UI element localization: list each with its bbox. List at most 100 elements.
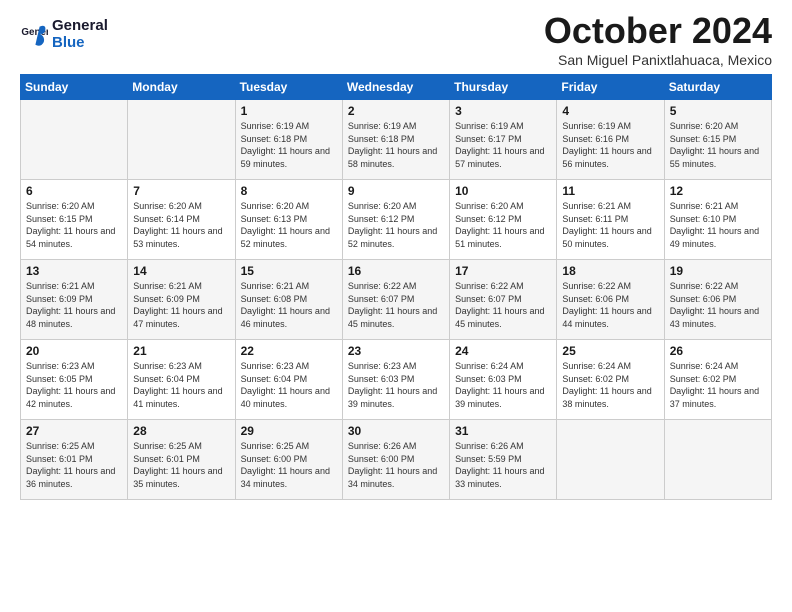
calendar-cell: 15 Sunrise: 6:21 AMSunset: 6:08 PMDayligh…	[235, 260, 342, 340]
week-row-2: 6 Sunrise: 6:20 AMSunset: 6:15 PMDaylight…	[21, 180, 772, 260]
day-number: 11	[562, 184, 658, 198]
calendar-cell: 13 Sunrise: 6:21 AMSunset: 6:09 PMDayligh…	[21, 260, 128, 340]
header-tuesday: Tuesday	[235, 75, 342, 100]
day-number: 23	[348, 344, 444, 358]
header-sunday: Sunday	[21, 75, 128, 100]
day-number: 1	[241, 104, 337, 118]
calendar-cell: 7 Sunrise: 6:20 AMSunset: 6:14 PMDaylight…	[128, 180, 235, 260]
day-number: 10	[455, 184, 551, 198]
calendar-cell: 20Sunrise: 6:23 AMSunset: 6:05 PMDayligh…	[21, 340, 128, 420]
day-number: 19	[670, 264, 766, 278]
calendar-cell: 6 Sunrise: 6:20 AMSunset: 6:15 PMDaylight…	[21, 180, 128, 260]
calendar-cell	[21, 100, 128, 180]
day-number: 15	[241, 264, 337, 278]
sunrise-text: Sunrise: 6:21 AMSunset: 6:08 PMDaylight:…	[241, 280, 337, 330]
header-thursday: Thursday	[450, 75, 557, 100]
calendar-cell: 3Sunrise: 6:19 AMSunset: 6:17 PMDaylight…	[450, 100, 557, 180]
sunrise-text: Sunrise: 6:23 AMSunset: 6:05 PMDaylight:…	[26, 360, 122, 410]
calendar-cell: 16 Sunrise: 6:22 AMSunset: 6:07 PMDayligh…	[342, 260, 449, 340]
day-number: 30	[348, 424, 444, 438]
sunrise-text: Sunrise: 6:26 AMSunset: 6:00 PMDaylight:…	[348, 440, 444, 490]
sunrise-text: Sunrise: 6:21 AMSunset: 6:09 PMDaylight:…	[26, 280, 122, 330]
logo-line1: General	[52, 18, 108, 35]
calendar-cell: 9 Sunrise: 6:20 AMSunset: 6:12 PMDaylight…	[342, 180, 449, 260]
calendar-cell: 31Sunrise: 6:26 AMSunset: 5:59 PMDayligh…	[450, 420, 557, 500]
day-number: 17	[455, 264, 551, 278]
day-number: 7	[133, 184, 229, 198]
sunrise-text: Sunrise: 6:22 AMSunset: 6:07 PMDaylight:…	[348, 280, 444, 330]
sunrise-text: Sunrise: 6:22 AMSunset: 6:06 PMDaylight:…	[562, 280, 658, 330]
week-row-5: 27Sunrise: 6:25 AMSunset: 6:01 PMDayligh…	[21, 420, 772, 500]
sunrise-text: Sunrise: 6:20 AMSunset: 6:15 PMDaylight:…	[26, 200, 122, 250]
calendar-cell: 10Sunrise: 6:20 AMSunset: 6:12 PMDayligh…	[450, 180, 557, 260]
logo-line2: Blue	[52, 35, 108, 52]
calendar-cell	[557, 420, 664, 500]
day-number: 21	[133, 344, 229, 358]
day-number: 6	[26, 184, 122, 198]
sunrise-text: Sunrise: 6:23 AMSunset: 6:04 PMDaylight:…	[133, 360, 229, 410]
day-number: 29	[241, 424, 337, 438]
day-number: 4	[562, 104, 658, 118]
calendar-cell: 18 Sunrise: 6:22 AMSunset: 6:06 PMDayligh…	[557, 260, 664, 340]
calendar-cell: 1Sunrise: 6:19 AMSunset: 6:18 PMDaylight…	[235, 100, 342, 180]
calendar-cell: 23 Sunrise: 6:23 AMSunset: 6:03 PMDayligh…	[342, 340, 449, 420]
sunrise-text: Sunrise: 6:21 AMSunset: 6:09 PMDaylight:…	[133, 280, 229, 330]
sunrise-text: Sunrise: 6:23 AMSunset: 6:03 PMDaylight:…	[348, 360, 444, 410]
day-number: 13	[26, 264, 122, 278]
sunrise-text: Sunrise: 6:20 AMSunset: 6:14 PMDaylight:…	[133, 200, 229, 250]
sunrise-text: Sunrise: 6:19 AMSunset: 6:18 PMDaylight:…	[348, 120, 444, 170]
calendar-cell	[664, 420, 771, 500]
sunrise-text: Sunrise: 6:25 AMSunset: 6:01 PMDaylight:…	[133, 440, 229, 490]
page-header: General General Blue October 2024 San Mi…	[20, 10, 772, 68]
header-friday: Friday	[557, 75, 664, 100]
sunrise-text: Sunrise: 6:24 AMSunset: 6:02 PMDaylight:…	[562, 360, 658, 410]
day-number: 28	[133, 424, 229, 438]
sunrise-text: Sunrise: 6:24 AMSunset: 6:03 PMDaylight:…	[455, 360, 551, 410]
logo-icon: General	[20, 21, 48, 49]
sunrise-text: Sunrise: 6:21 AMSunset: 6:10 PMDaylight:…	[670, 200, 766, 250]
day-number: 24	[455, 344, 551, 358]
sunrise-text: Sunrise: 6:22 AMSunset: 6:06 PMDaylight:…	[670, 280, 766, 330]
calendar-cell: 11 Sunrise: 6:21 AMSunset: 6:11 PMDayligh…	[557, 180, 664, 260]
month-title: October 2024	[544, 10, 772, 52]
calendar-cell: 14Sunrise: 6:21 AMSunset: 6:09 PMDayligh…	[128, 260, 235, 340]
calendar-cell: 25 Sunrise: 6:24 AMSunset: 6:02 PMDayligh…	[557, 340, 664, 420]
sunrise-text: Sunrise: 6:20 AMSunset: 6:13 PMDaylight:…	[241, 200, 337, 250]
calendar-cell: 27Sunrise: 6:25 AMSunset: 6:01 PMDayligh…	[21, 420, 128, 500]
sunrise-text: Sunrise: 6:20 AMSunset: 6:15 PMDaylight:…	[670, 120, 766, 170]
day-number: 12	[670, 184, 766, 198]
sunrise-text: Sunrise: 6:22 AMSunset: 6:07 PMDaylight:…	[455, 280, 551, 330]
location: San Miguel Panixtlahuaca, Mexico	[544, 52, 772, 68]
calendar-cell: 19 Sunrise: 6:22 AMSunset: 6:06 PMDayligh…	[664, 260, 771, 340]
header-monday: Monday	[128, 75, 235, 100]
sunrise-text: Sunrise: 6:21 AMSunset: 6:11 PMDaylight:…	[562, 200, 658, 250]
day-number: 18	[562, 264, 658, 278]
header-wednesday: Wednesday	[342, 75, 449, 100]
sunrise-text: Sunrise: 6:25 AMSunset: 6:01 PMDaylight:…	[26, 440, 122, 490]
day-number: 26	[670, 344, 766, 358]
day-number: 25	[562, 344, 658, 358]
calendar-cell: 8 Sunrise: 6:20 AMSunset: 6:13 PMDaylight…	[235, 180, 342, 260]
week-row-4: 20Sunrise: 6:23 AMSunset: 6:05 PMDayligh…	[21, 340, 772, 420]
sunrise-text: Sunrise: 6:24 AMSunset: 6:02 PMDaylight:…	[670, 360, 766, 410]
calendar-cell: 12 Sunrise: 6:21 AMSunset: 6:10 PMDayligh…	[664, 180, 771, 260]
calendar-cell: 17 Sunrise: 6:22 AMSunset: 6:07 PMDayligh…	[450, 260, 557, 340]
logo: General General Blue	[20, 18, 108, 51]
calendar-table: SundayMondayTuesdayWednesdayThursdayFrid…	[20, 74, 772, 500]
title-block: October 2024 San Miguel Panixtlahuaca, M…	[544, 10, 772, 68]
calendar-cell: 30 Sunrise: 6:26 AMSunset: 6:00 PMDayligh…	[342, 420, 449, 500]
day-number: 5	[670, 104, 766, 118]
sunrise-text: Sunrise: 6:26 AMSunset: 5:59 PMDaylight:…	[455, 440, 551, 490]
day-number: 3	[455, 104, 551, 118]
calendar-cell: 28 Sunrise: 6:25 AMSunset: 6:01 PMDayligh…	[128, 420, 235, 500]
calendar-cell	[128, 100, 235, 180]
calendar-cell: 26 Sunrise: 6:24 AMSunset: 6:02 PMDayligh…	[664, 340, 771, 420]
day-number: 16	[348, 264, 444, 278]
sunrise-text: Sunrise: 6:25 AMSunset: 6:00 PMDaylight:…	[241, 440, 337, 490]
day-number: 9	[348, 184, 444, 198]
day-number: 8	[241, 184, 337, 198]
calendar-cell: 2Sunrise: 6:19 AMSunset: 6:18 PMDaylight…	[342, 100, 449, 180]
calendar-cell: 24 Sunrise: 6:24 AMSunset: 6:03 PMDayligh…	[450, 340, 557, 420]
sunrise-text: Sunrise: 6:20 AMSunset: 6:12 PMDaylight:…	[348, 200, 444, 250]
calendar-cell: 5 Sunrise: 6:20 AMSunset: 6:15 PMDaylight…	[664, 100, 771, 180]
